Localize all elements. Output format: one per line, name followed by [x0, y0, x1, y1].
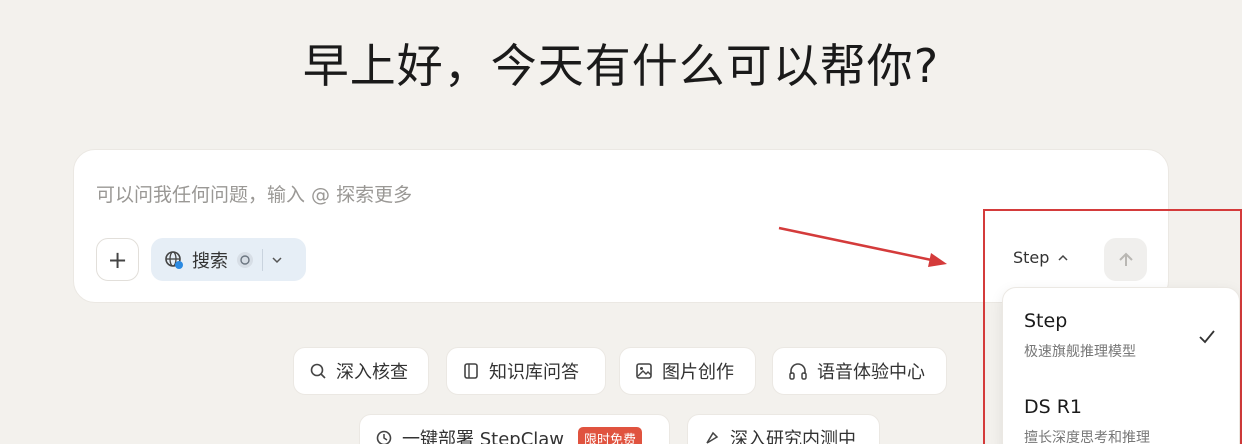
search-label: 搜索	[192, 250, 228, 272]
book-icon	[464, 363, 478, 379]
plus-icon: +	[107, 245, 128, 274]
add-attachment-button[interactable]: +	[96, 238, 139, 281]
model-option-description: 擅长深度思考和推理	[1024, 430, 1150, 444]
search-icon	[310, 363, 326, 379]
quick-action-label: 知识库问答	[489, 362, 579, 383]
research-icon	[706, 431, 719, 444]
quick-action-voice-center[interactable]: 语音体验中心	[772, 347, 947, 395]
quick-action-label: 一键部署 StepClaw	[402, 429, 565, 444]
quick-action-deploy-stepclaw[interactable]: 一键部署 StepClaw 限时免费	[359, 414, 670, 444]
globe-search-icon	[165, 250, 183, 269]
search-toggle-button[interactable]: 搜索	[151, 238, 306, 281]
chevron-down-icon[interactable]	[271, 254, 283, 266]
model-option-name: DS R1	[1024, 396, 1083, 418]
search-divider	[262, 248, 263, 271]
image-icon	[636, 363, 652, 379]
quick-action-label: 图片创作	[662, 362, 734, 383]
greeting-title: 早上好，今天有什么可以帮你?	[302, 39, 940, 93]
limited-free-badge: 限时免费	[578, 426, 643, 444]
model-option-step[interactable]: Step 极速旗舰推理模型	[1024, 310, 1136, 361]
model-option-ds-r1[interactable]: DS R1 擅长深度思考和推理	[1024, 396, 1150, 444]
check-icon	[1199, 330, 1215, 344]
quick-action-deep-research[interactable]: 深入研究内测中	[687, 414, 880, 444]
quick-action-label: 深入核查	[336, 362, 408, 383]
deploy-icon	[376, 430, 392, 444]
model-option-name: Step	[1024, 310, 1068, 332]
annotation-arrow	[778, 226, 947, 267]
search-source-icon	[237, 251, 253, 268]
quick-action-image-creation[interactable]: 图片创作	[619, 347, 756, 395]
quick-action-knowledge-base[interactable]: 知识库问答	[446, 347, 606, 395]
model-dropdown-menu: Step 极速旗舰推理模型 DS R1 擅长深度思考和推理	[1002, 287, 1240, 444]
composer-placeholder[interactable]: 可以问我任何问题，输入 @ 探索更多	[96, 180, 412, 207]
quick-action-label: 深入研究内测中	[730, 429, 856, 444]
quick-action-label: 语音体验中心	[817, 362, 925, 383]
model-option-description: 极速旗舰推理模型	[1024, 344, 1136, 360]
headphones-icon	[789, 363, 807, 380]
quick-action-fact-check[interactable]: 深入核查	[293, 347, 429, 395]
